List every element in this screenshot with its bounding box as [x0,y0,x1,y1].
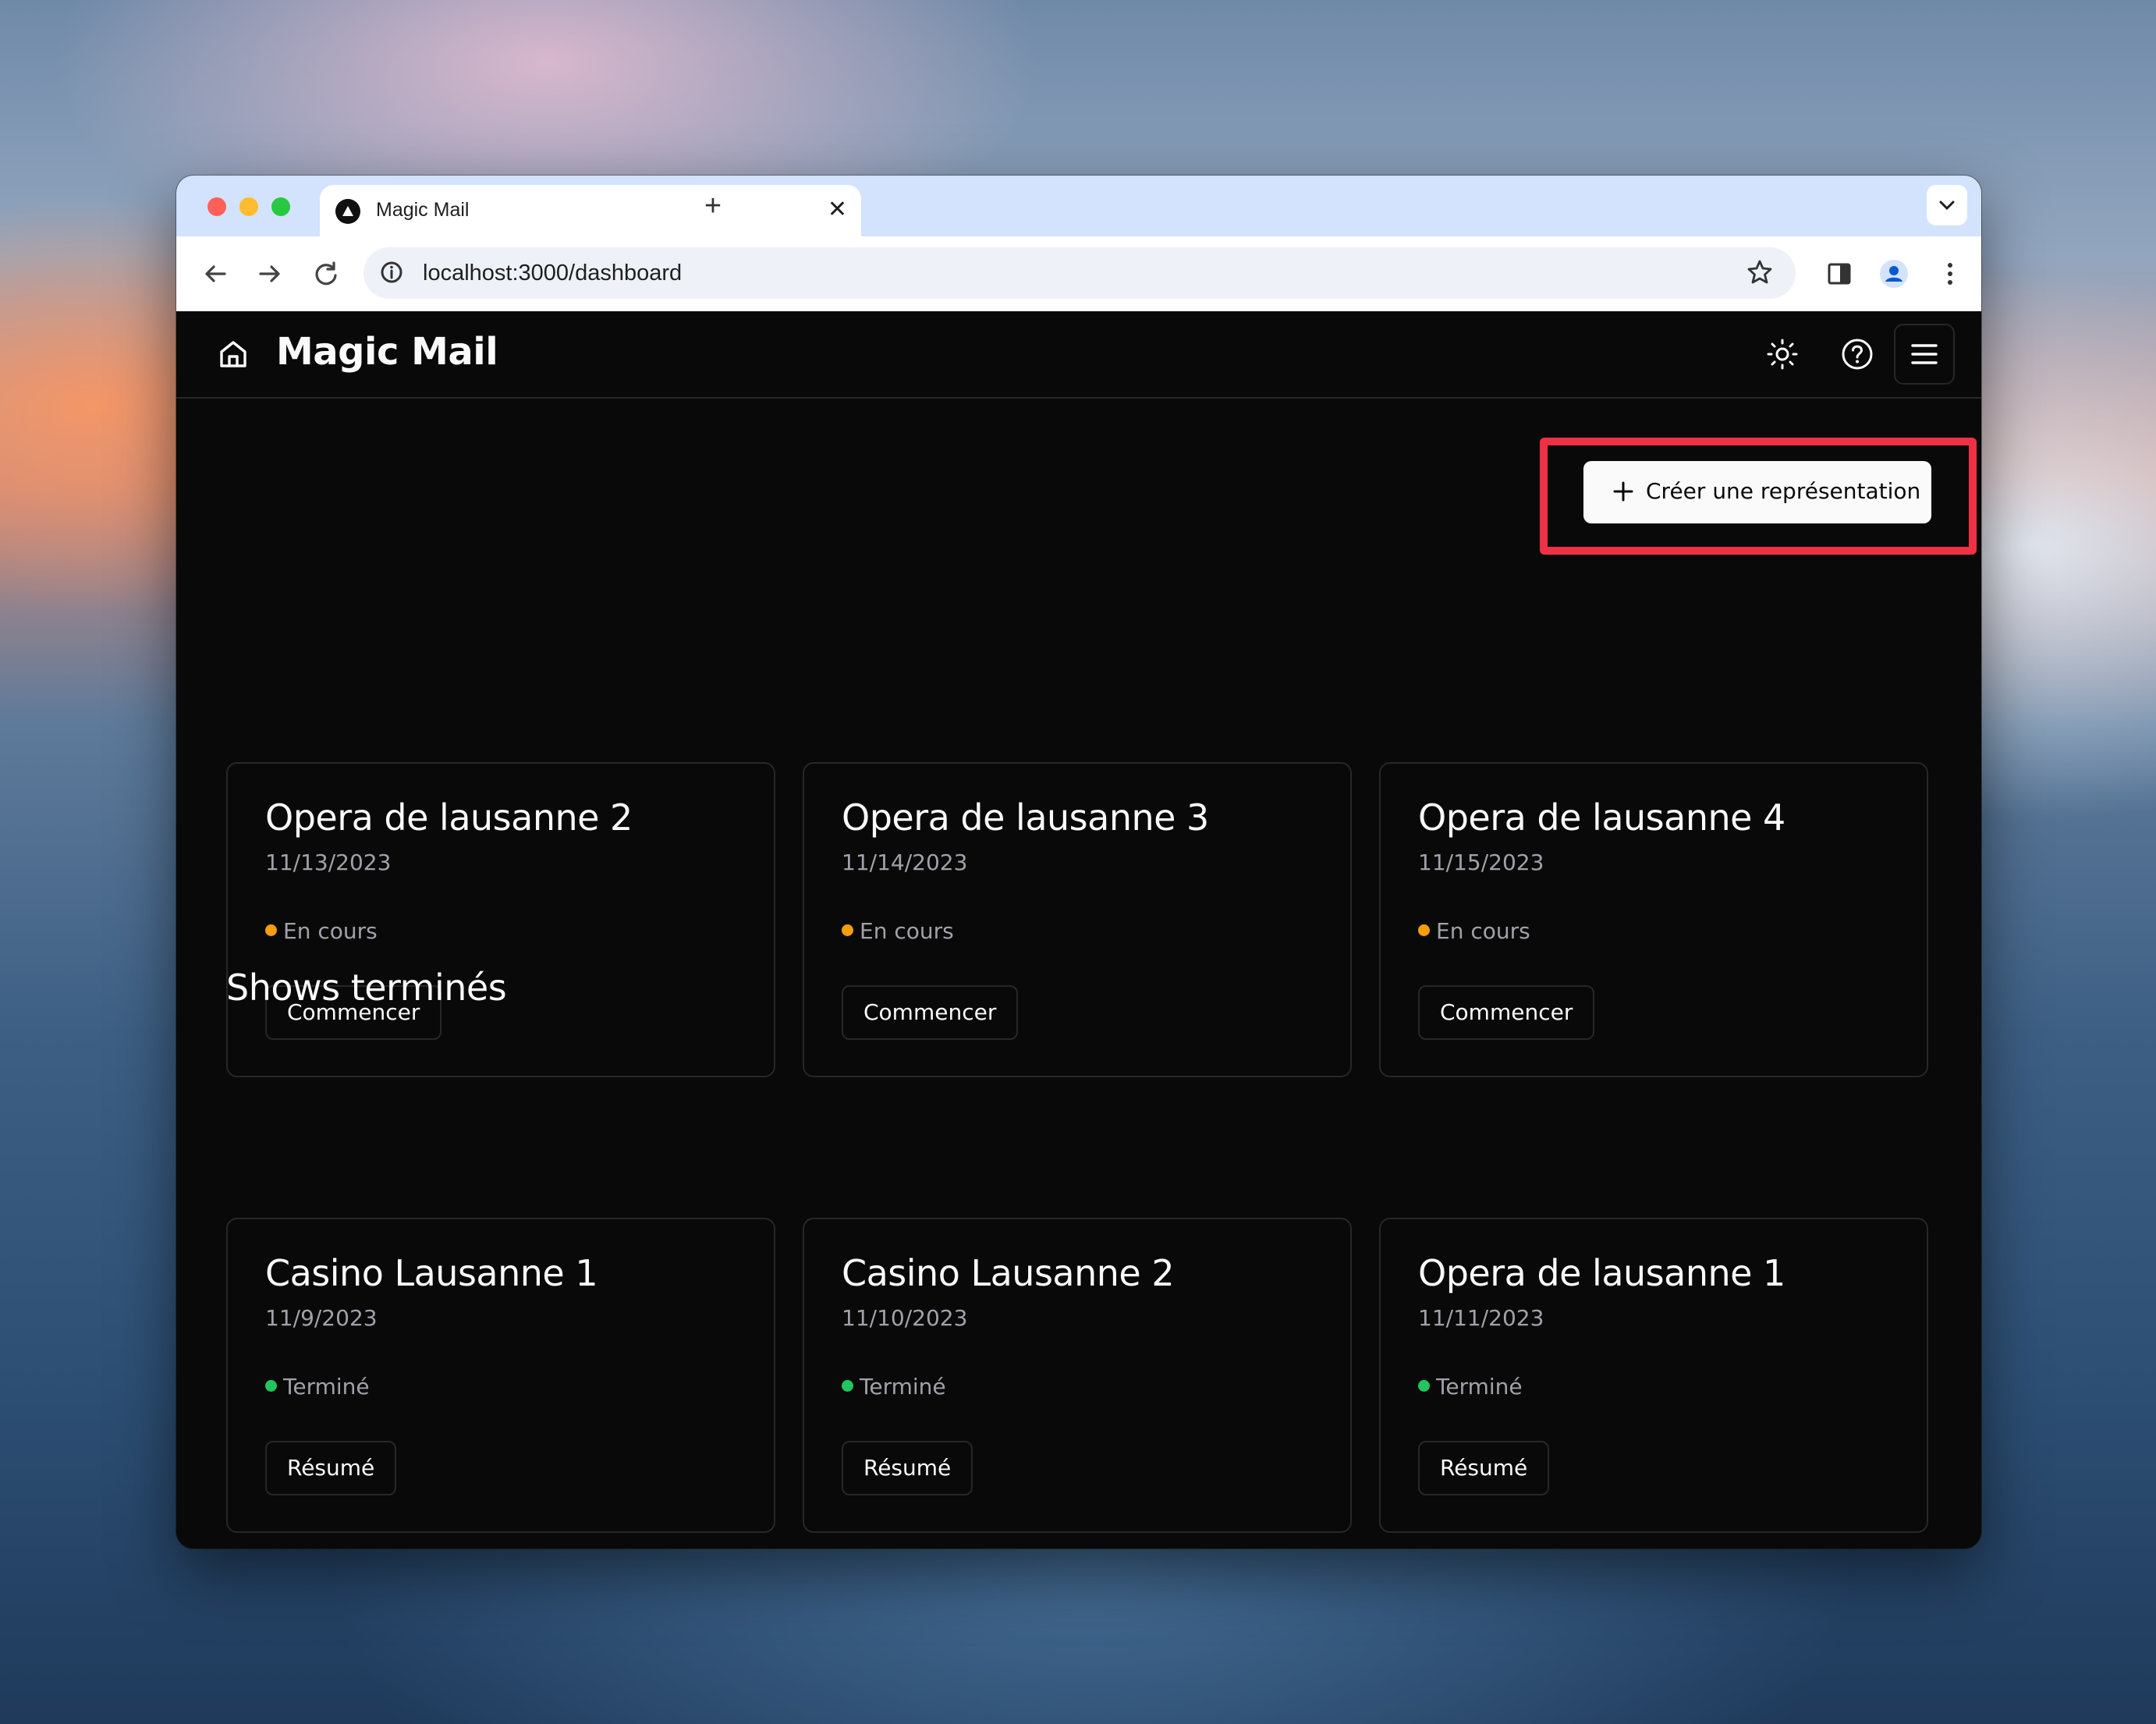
site-info-icon[interactable] [376,257,407,288]
tab-bar: Magic Mail ✕ + [176,176,1981,236]
show-card: Opera de lausanne 3 11/14/2023 En cours … [803,762,1352,1077]
summary-button[interactable]: Résumé [1418,1441,1550,1495]
done-dot-icon [1418,1380,1430,1392]
done-dot-icon [265,1380,277,1392]
status-label: En cours [1436,918,1530,944]
app-title[interactable]: Magic Mail [276,330,498,374]
side-panel-icon[interactable] [1821,255,1858,293]
summary-button[interactable]: Résumé [265,1441,397,1495]
show-card: Opera de lausanne 1 11/11/2023 Terminé R… [1379,1218,1928,1533]
create-button-label: Créer une représentation [1646,478,1921,504]
status-badge: En cours [265,918,378,944]
bookmark-star-icon[interactable] [1744,257,1775,288]
forward-arrow-icon[interactable] [251,255,289,293]
show-date: 11/9/2023 [265,1305,378,1331]
show-date: 11/14/2023 [842,850,968,875]
show-date: 11/11/2023 [1418,1305,1544,1331]
plus-icon [1613,481,1633,502]
show-title: Opera de lausanne 3 [842,796,1209,839]
show-title: Casino Lausanne 1 [265,1252,598,1294]
status-badge: Terminé [265,1374,370,1399]
tab-close-icon[interactable]: ✕ [828,196,847,223]
show-title: Opera de lausanne 2 [265,796,633,839]
browser-tab[interactable]: Magic Mail ✕ [320,185,861,236]
maximize-window-button[interactable] [271,197,290,216]
menu-button[interactable] [1894,324,1955,385]
triangle-favicon-icon [335,199,360,224]
show-card: Opera de lausanne 4 11/15/2023 En cours … [1379,762,1928,1077]
status-badge: En cours [842,918,954,944]
app-page: Magic Mail Créer une représentation Oper… [176,311,1981,1548]
summary-button[interactable]: Résumé [842,1441,973,1495]
show-title: Opera de lausanne 1 [1418,1252,1785,1294]
url-text: localhost:3000/dashboard [423,261,683,286]
in-progress-dot-icon [265,924,277,936]
show-date: 11/13/2023 [265,850,392,875]
show-title: Opera de lausanne 4 [1418,796,1785,839]
finished-section-title: Shows terminés [226,967,507,1009]
close-window-button[interactable] [207,197,226,216]
start-button[interactable]: Commencer [842,985,1019,1040]
address-bar[interactable]: localhost:3000/dashboard [363,247,1796,299]
status-badge: Terminé [842,1374,946,1399]
tab-title: Magic Mail [376,199,470,221]
in-progress-dot-icon [842,924,853,936]
home-icon[interactable] [215,336,251,372]
browser-toolbar: localhost:3000/dashboard [176,236,1981,311]
show-card: Casino Lausanne 2 11/10/2023 Terminé Rés… [803,1218,1352,1533]
chevron-down-icon [1939,200,1955,211]
status-badge: En cours [1418,918,1530,944]
status-label: Terminé [860,1374,946,1399]
show-card: Casino Lausanne 1 11/9/2023 Terminé Résu… [226,1218,775,1533]
help-circle-icon [1842,339,1873,370]
status-label: Terminé [283,1374,370,1399]
minimize-window-button[interactable] [239,197,258,216]
in-progress-dot-icon [1418,924,1430,936]
show-date: 11/15/2023 [1418,850,1544,875]
back-arrow-icon[interactable] [197,255,234,293]
done-dot-icon [842,1380,853,1392]
help-button[interactable] [1827,324,1888,385]
sun-icon [1767,339,1798,370]
status-badge: Terminé [1418,1374,1523,1399]
tab-search-button[interactable] [1927,185,1967,225]
browser-window: Magic Mail ✕ + localhost:3000/dashboard … [176,176,1981,1548]
app-header: Magic Mail [176,311,1981,399]
status-label: Terminé [1436,1374,1523,1399]
create-performance-button[interactable]: Créer une représentation [1583,461,1931,523]
status-label: En cours [283,918,378,944]
status-label: En cours [860,918,954,944]
profile-avatar-icon[interactable] [1875,255,1913,293]
hamburger-menu-icon [1911,344,1938,364]
show-date: 11/10/2023 [842,1305,968,1331]
kebab-menu-icon[interactable] [1931,255,1969,293]
new-tab-button[interactable]: + [691,185,735,229]
start-button[interactable]: Commencer [1418,985,1595,1040]
show-title: Casino Lausanne 2 [842,1252,1175,1294]
show-card: Opera de lausanne 2 11/13/2023 En cours … [226,762,775,1077]
reload-icon[interactable] [307,255,345,293]
theme-toggle-button[interactable] [1752,324,1813,385]
